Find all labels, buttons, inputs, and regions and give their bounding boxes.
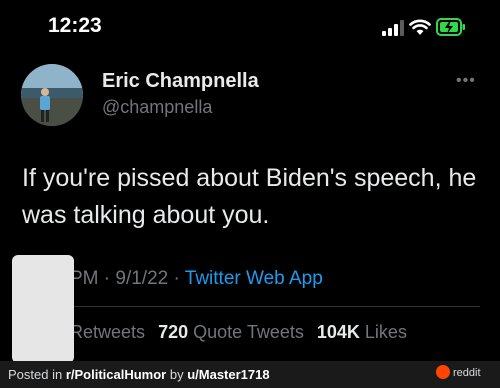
divider: [22, 306, 480, 307]
avatar-image: [21, 64, 83, 126]
username-link[interactable]: u/Master1718: [187, 367, 269, 382]
quote-tweets-label[interactable]: Quote Tweets: [193, 322, 304, 342]
tweet-text: If you're pissed about Biden's speech, h…: [22, 164, 477, 229]
overlay-block: [12, 255, 74, 363]
author-name[interactable]: Eric Champnella: [102, 70, 259, 93]
by-label: by: [166, 367, 188, 382]
subreddit-link[interactable]: r/PoliticalHumor: [66, 367, 166, 382]
retweets-label[interactable]: Retweets: [70, 322, 145, 342]
tweet-source-link[interactable]: Twitter Web App: [185, 268, 323, 289]
reddit-logo-icon: [436, 365, 450, 379]
wifi-icon: [409, 19, 431, 35]
battery-charging-icon: [436, 18, 465, 36]
status-bar: 12:23: [0, 0, 500, 54]
posted-in-label: Posted in: [8, 367, 66, 382]
reddit-footer: Posted in r/PoliticalHumor by u/Master17…: [0, 361, 500, 388]
footer-attribution: Posted in r/PoliticalHumor by u/Master17…: [8, 367, 270, 382]
avatar[interactable]: [21, 64, 83, 126]
quote-tweets-count[interactable]: 720: [158, 322, 188, 342]
likes-count[interactable]: 104K: [317, 322, 360, 342]
tweet-timestamp[interactable]: PM · 9/1/22 ·: [70, 268, 185, 289]
likes-label[interactable]: Likes: [365, 322, 407, 342]
reddit-brand: reddit: [436, 365, 481, 380]
tweet-stats: Retweets 720 Quote Tweets 104K Likes: [22, 322, 407, 343]
reddit-wordmark: reddit: [453, 366, 481, 379]
status-time: 12:23: [48, 14, 102, 37]
cellular-signal-icon: [382, 20, 404, 36]
author-handle[interactable]: @champnella: [102, 97, 212, 118]
more-options-icon[interactable]: •••: [456, 72, 476, 90]
